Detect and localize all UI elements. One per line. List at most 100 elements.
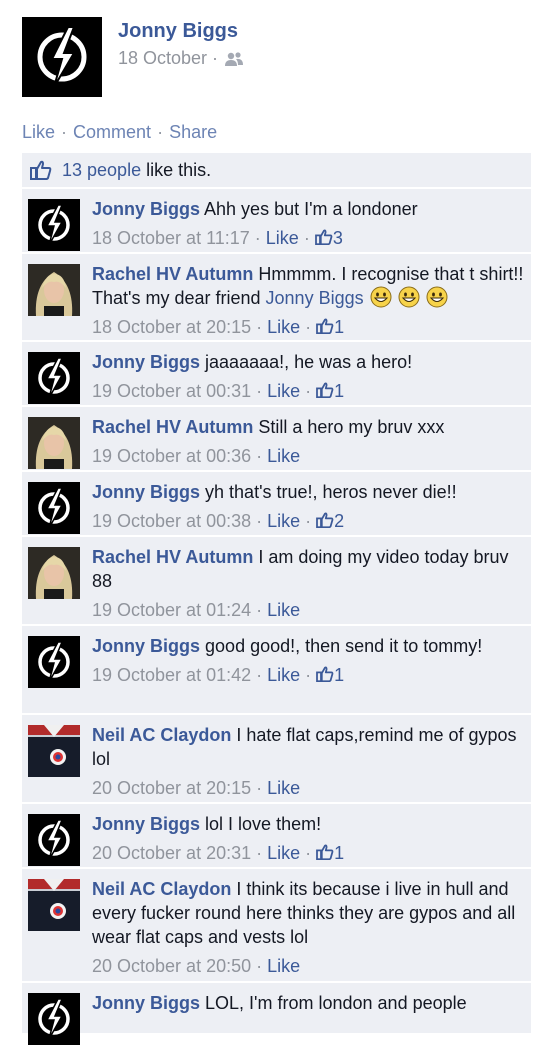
comment-like-link[interactable]: Like [266,228,299,248]
comment-timestamp[interactable]: 19 October at 00:31 [92,381,251,401]
post-date-text[interactable]: 18 October · [118,48,218,69]
comment-item: Jonny Biggs good good!, then send it to … [22,626,531,715]
comment-timestamp[interactable]: 20 October at 20:31 [92,843,251,863]
comment-body: Rachel HV Autumn I am doing my video tod… [92,545,527,622]
comment-like-link[interactable]: Like [267,511,300,531]
comment-author-link[interactable]: Jonny Biggs [92,482,200,502]
comment-action[interactable]: Comment [73,122,151,142]
separator: · [157,122,164,142]
comment-content: Jonny Biggs lol I love them! [92,812,527,836]
like-count-value: 2 [334,511,345,531]
comment-timestamp[interactable]: 19 October at 01:42 [92,665,251,685]
comment-meta: 18 October at 20:15 · Like · 1 [92,317,345,337]
comment-author-link[interactable]: Jonny Biggs [92,636,200,656]
likes-summary: 13 people like this. [22,153,531,189]
comment-like-count[interactable]: 2 [316,511,344,531]
comment-text: jaaaaaaa!, he was a hero! [205,352,413,372]
comment-like-count[interactable]: 3 [314,228,343,248]
post-author-avatar[interactable] [22,17,102,97]
comment-author-link[interactable]: Jonny Biggs [92,199,200,219]
smiley-emoji [420,286,448,308]
comment-like-link[interactable]: Like [267,446,300,466]
comment-item: Neil AC Claydon I think its because i li… [22,869,531,983]
comment-avatar[interactable] [28,879,80,931]
comment-like-link[interactable]: Like [267,665,300,685]
comment-author-link[interactable]: Rachel HV Autumn [92,264,253,284]
profile-photo-icon [28,417,80,469]
comment-content: Rachel HV Autumn I am doing my video tod… [92,545,527,593]
comment-like-link[interactable]: Like [267,600,300,620]
comment-author-link[interactable]: Rachel HV Autumn [92,417,253,437]
comment-like-count[interactable]: 1 [316,381,344,401]
comment-like-link[interactable]: Like [267,381,300,401]
comment-author-link[interactable]: Jonny Biggs [92,352,200,372]
comment-avatar[interactable] [28,993,80,1045]
friends-icon[interactable] [224,51,244,67]
comment-author-link[interactable]: Rachel HV Autumn [92,547,253,567]
comment-avatar[interactable] [28,199,80,251]
like-count-value: 3 [332,228,343,248]
comment-author-link[interactable]: Neil AC Claydon [92,879,231,899]
lightning-circle-logo-icon [38,487,70,529]
comment-author-link[interactable]: Neil AC Claydon [92,725,231,745]
lightning-circle-logo-icon [38,819,70,861]
comment-meta: 20 October at 20:50 · Like [92,956,301,976]
likes-count-link[interactable]: 13 people [62,160,141,181]
comment-body: Rachel HV Autumn Still a hero my bruv xx… [92,415,527,468]
comment-like-count[interactable]: 1 [316,317,344,337]
comment-avatar[interactable] [28,482,80,534]
comment-timestamp[interactable]: 19 October at 00:38 [92,511,251,531]
thumbs-up-icon [316,512,334,528]
comment-avatar[interactable] [28,814,80,866]
comment-item: Jonny Biggs yh that's true!, heros never… [22,472,531,537]
comment-like-link[interactable]: Like [267,843,300,863]
comment-like-link[interactable]: Like [267,778,300,798]
post-header: Jonny Biggs 18 October · [0,0,538,110]
comment-avatar[interactable] [28,352,80,404]
lightning-circle-logo-icon [38,204,70,246]
comment-timestamp[interactable]: 19 October at 00:36 [92,446,251,466]
comment-item: Jonny Biggs LOL, I'm from london and peo… [22,983,531,1045]
comment-avatar[interactable] [28,417,80,469]
comment-timestamp[interactable]: 20 October at 20:50 [92,956,251,976]
comments-feed: 13 people like this. Jonny Biggs Ahh yes… [22,153,531,1045]
comment-avatar[interactable] [28,636,80,688]
mention-link[interactable]: Jonny Biggs [266,288,364,308]
comment-text: Still a hero my bruv xxx [258,417,445,437]
comment-timestamp[interactable]: 18 October at 20:15 [92,317,251,337]
comment-body: Jonny Biggs yh that's true!, heros never… [92,480,527,533]
comment-content: Rachel HV Autumn Still a hero my bruv xx… [92,415,527,439]
comment-avatar[interactable] [28,547,80,599]
comment-timestamp[interactable]: 18 October at 11:17 [92,228,250,248]
comment-like-link[interactable]: Like [267,317,300,337]
comment-like-count[interactable]: 1 [316,843,344,863]
smiley-emoji-icon [398,286,420,308]
comment-meta: 18 October at 11:17 · Like · 3 [92,228,343,248]
comment-avatar[interactable] [28,725,80,777]
comment-text: yh that's true!, heros never die!! [205,482,457,502]
comment-timestamp[interactable]: 19 October at 01:24 [92,600,251,620]
comment-content: Jonny Biggs good good!, then send it to … [92,634,527,658]
thumbs-up-icon [316,382,334,398]
profile-photo-icon [28,264,80,316]
comment-content: Jonny Biggs jaaaaaaa!, he was a hero! [92,350,527,374]
share-action[interactable]: Share [169,122,217,142]
comment-item: Rachel HV Autumn I am doing my video tod… [22,537,531,626]
comment-timestamp[interactable]: 20 October at 20:15 [92,778,251,798]
comment-item: Rachel HV Autumn Hmmmm. I recognise that… [22,254,531,342]
comment-meta: 20 October at 20:15 · Like [92,778,301,798]
separator: · [61,122,68,142]
comment-author-link[interactable]: Jonny Biggs [92,993,200,1013]
comment-body: Jonny Biggs LOL, I'm from london and peo… [92,991,527,1015]
post-author-name[interactable]: Jonny Biggs [118,20,238,43]
comment-like-count[interactable]: 1 [316,665,344,685]
comment-like-link[interactable]: Like [267,956,300,976]
comment-body: Rachel HV Autumn Hmmmm. I recognise that… [92,262,527,339]
likes-suffix: like this. [146,159,212,180]
like-count-value: 1 [334,317,345,337]
comment-avatar[interactable] [28,264,80,316]
comment-author-link[interactable]: Jonny Biggs [92,814,200,834]
comment-meta: 19 October at 01:42 · Like · 1 [92,665,345,685]
post-actions: Like · Comment · Share [22,122,217,143]
like-action[interactable]: Like [22,122,55,142]
